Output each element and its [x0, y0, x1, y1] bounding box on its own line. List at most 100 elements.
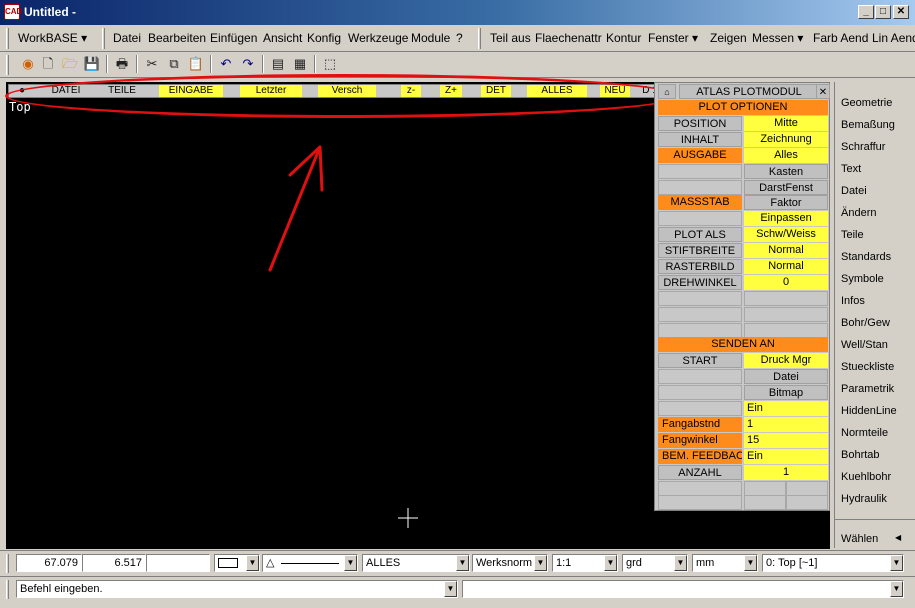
toolbar-grip[interactable]	[478, 28, 481, 49]
list-icon[interactable]: ▤	[267, 54, 289, 74]
sidebar-item-normteile[interactable]: Normteile	[841, 427, 888, 439]
command-history[interactable]: ▼	[462, 580, 904, 598]
cut-icon[interactable]: ✂	[141, 54, 163, 74]
sidebar-item-hydraulik[interactable]: Hydraulik	[841, 493, 887, 505]
norm-select[interactable]: Werksnorm ▼	[472, 554, 548, 572]
sidebar-item-text[interactable]: Text	[841, 163, 861, 175]
menu-einfuegen[interactable]: Einfügen	[210, 31, 257, 45]
sidebar-item-infos[interactable]: Infos	[841, 295, 865, 307]
chevron-down-icon[interactable]: ▼	[744, 555, 757, 571]
sidebar-item-bohr-gew[interactable]: Bohr/Gew	[841, 317, 890, 329]
menu-bearbeiten[interactable]: Bearbeiten	[148, 31, 206, 45]
drehwinkel-value[interactable]: 0	[744, 275, 828, 290]
new-file-icon[interactable]: 🗋	[37, 54, 59, 74]
plot-als-value[interactable]: Schw/Weiss	[744, 227, 828, 242]
linetype-select[interactable]: △ ▼	[262, 554, 358, 572]
chevron-left-icon[interactable]: ◀	[895, 533, 901, 542]
menu-fenster[interactable]: Fenster ▾	[648, 31, 698, 45]
toolbar-grip[interactable]	[102, 28, 105, 49]
chevron-down-icon[interactable]: ▼	[456, 555, 469, 571]
menu-konfig[interactable]: Konfig	[307, 31, 341, 45]
selection-rect-icon[interactable]: ⬚	[319, 54, 341, 74]
chevron-down-icon[interactable]: ▼	[444, 581, 457, 597]
toolbar-grip[interactable]	[6, 580, 9, 599]
drawing-canvas-extension[interactable]	[654, 511, 830, 549]
fangabstnd-value[interactable]: 1	[744, 417, 828, 432]
undo-icon[interactable]: ↶	[215, 54, 237, 74]
layer-select[interactable]: ALLES ▼	[362, 554, 470, 572]
sidebar-item-schraffur[interactable]: Schraffur	[841, 141, 885, 153]
datei-option[interactable]: Datei	[744, 369, 828, 384]
chevron-down-icon[interactable]: ▼	[246, 555, 259, 571]
sidebar-item-hiddenline[interactable]: HiddenLine	[841, 405, 897, 417]
druck-mgr-option[interactable]: Druck Mgr	[744, 353, 828, 368]
view-select[interactable]: 0: Top [~1] ▼	[762, 554, 904, 572]
sidebar-item-bemassung[interactable]: Bemaßung	[841, 119, 895, 131]
angle-unit-select[interactable]: grd ▼	[622, 554, 688, 572]
scale-select[interactable]: 1:1 ▼	[552, 554, 618, 572]
sidebar-item-aendern[interactable]: Ändern	[841, 207, 876, 219]
menu-farb-aend[interactable]: Farb Aend	[813, 31, 868, 45]
open-folder-icon[interactable]: 🗁	[59, 54, 81, 74]
sidebar-item-geometrie[interactable]: Geometrie	[841, 97, 892, 109]
bem-feedback-value[interactable]: Ein	[744, 449, 828, 464]
save-icon[interactable]: 💾	[81, 54, 103, 74]
faktor-option[interactable]: Faktor	[744, 195, 828, 210]
length-unit-select[interactable]: mm ▼	[692, 554, 758, 572]
sidebar-item-symbole[interactable]: Symbole	[841, 273, 884, 285]
paste-icon[interactable]: 📋	[185, 54, 207, 74]
position-value[interactable]: Mitte	[744, 116, 828, 131]
print-icon[interactable]: 🖶	[111, 54, 133, 74]
rasterbild-value[interactable]: Normal	[744, 259, 828, 274]
menu-datei[interactable]: Datei	[113, 31, 141, 45]
chevron-down-icon[interactable]: ▼	[674, 555, 687, 571]
chevron-down-icon[interactable]: ▼	[890, 581, 903, 597]
z-coordinate-field[interactable]	[146, 554, 210, 572]
stiftbreite-value[interactable]: Normal	[744, 243, 828, 258]
menu-teil-aus[interactable]: Teil aus	[490, 31, 531, 45]
menu-werkzeuge[interactable]: Werkzeuge	[348, 31, 408, 45]
bitmap-option[interactable]: Bitmap	[744, 385, 828, 400]
logo-icon[interactable]: ◉	[17, 54, 39, 74]
maximize-button[interactable]: □	[875, 5, 891, 19]
fangwinkel-value[interactable]: 15	[744, 433, 828, 448]
calculator-icon[interactable]: ▦	[289, 54, 311, 74]
menu-messen[interactable]: Messen ▾	[752, 31, 803, 45]
start-button[interactable]: START	[658, 353, 742, 368]
color-select[interactable]: ▼	[214, 554, 260, 572]
darstfenst-option[interactable]: DarstFenst	[744, 180, 828, 195]
kasten-option[interactable]: Kasten	[744, 164, 828, 179]
toolbar-grip[interactable]	[6, 55, 9, 75]
sidebar-item-parametrik[interactable]: Parametrik	[841, 383, 894, 395]
inhalt-value[interactable]: Zeichnung	[744, 132, 828, 147]
sidebar-item-teile[interactable]: Teile	[841, 229, 864, 241]
menu-flaechenattr[interactable]: Flaechenattr	[535, 31, 602, 45]
redo-icon[interactable]: ↷	[237, 54, 259, 74]
menu-help[interactable]: ?	[456, 31, 463, 45]
menu-kontur[interactable]: Kontur	[606, 31, 641, 45]
workbase-dropdown[interactable]: WorkBASE ▾	[18, 31, 87, 45]
sidebar-item-well-stan[interactable]: Well/Stan	[841, 339, 888, 351]
close-icon[interactable]: ✕	[816, 84, 830, 99]
sidebar-item-bohrtab[interactable]: Bohrtab	[841, 449, 880, 461]
ein-option[interactable]: Ein	[744, 401, 828, 416]
y-coordinate-field[interactable]: 6.517	[82, 554, 146, 572]
chevron-down-icon[interactable]: ▼	[890, 555, 903, 571]
einpassen-option[interactable]: Einpassen	[744, 211, 828, 226]
anzahl-value[interactable]: 1	[744, 465, 828, 480]
sidebar-item-datei[interactable]: Datei	[841, 185, 867, 197]
x-coordinate-field[interactable]: 67.079	[16, 554, 82, 572]
sidebar-item-stueckliste[interactable]: Stueckliste	[841, 361, 894, 373]
sidebar-item-kuehlbohr[interactable]: Kuehlbohr	[841, 471, 891, 483]
panel-info-icon[interactable]: ⌂	[658, 84, 676, 99]
ausgabe-value[interactable]: Alles	[744, 148, 828, 163]
toolbar-grip[interactable]	[6, 28, 9, 49]
chevron-down-icon[interactable]: ▼	[604, 555, 617, 571]
command-input[interactable]: Befehl eingeben. ▼	[16, 580, 458, 598]
menu-zeigen[interactable]: Zeigen	[710, 31, 747, 45]
chevron-down-icon[interactable]: ▼	[344, 555, 357, 571]
minimize-button[interactable]: _	[858, 5, 874, 19]
copy-icon[interactable]: ⧉	[163, 54, 185, 74]
menu-lin-aend[interactable]: Lin Aend	[872, 31, 915, 45]
menu-ansicht[interactable]: Ansicht	[263, 31, 302, 45]
